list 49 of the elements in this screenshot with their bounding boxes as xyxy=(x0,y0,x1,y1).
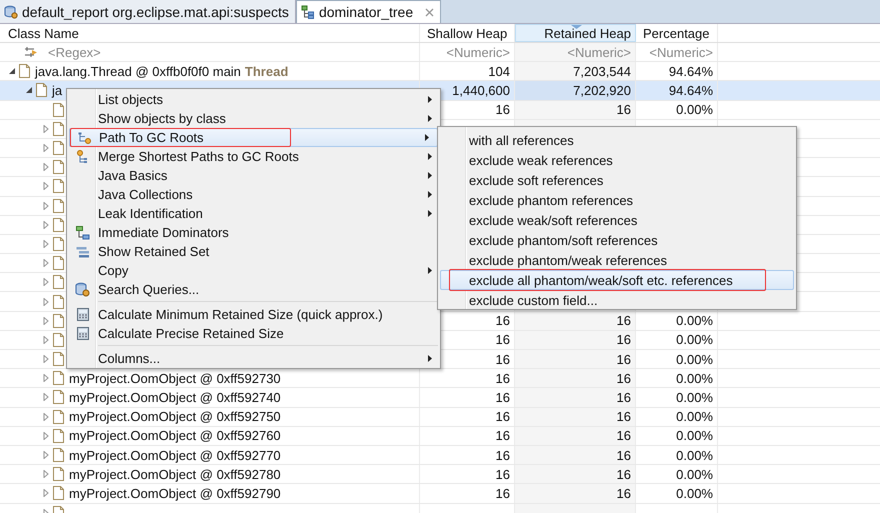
table-cell: 16 xyxy=(616,466,631,482)
object-name: myProject.OomObject @ 0xff592750 xyxy=(69,409,281,424)
table-cell: 1,440,600 xyxy=(452,82,510,98)
table-cell: 0.00% xyxy=(676,370,713,386)
object-name: myProject.OomObject @ 0xff592770 xyxy=(69,448,281,463)
object-name: myProject.OomObject @ 0xff592760 xyxy=(69,428,281,444)
table-cell: 0.00% xyxy=(676,428,713,444)
object-name: java.lang.Thread @ 0xffb0f0f0 main xyxy=(35,64,241,79)
table-cell: 0.00% xyxy=(676,102,713,118)
table-cell: 16 xyxy=(616,409,631,424)
table-cell: 94.64% xyxy=(668,64,713,79)
table-cell: 16 xyxy=(496,486,510,501)
table-cell: 0.00% xyxy=(676,409,713,424)
table-cell: 16 xyxy=(616,428,631,444)
table-cell: 16 xyxy=(496,390,510,405)
table-cell: 0.00% xyxy=(676,313,713,328)
table-cell: 0.00% xyxy=(676,486,713,501)
table-cell: 16 xyxy=(496,332,510,348)
table-cell: 0.00% xyxy=(676,466,713,482)
object-name: myProject.OomObject @ 0xff592790 xyxy=(69,486,281,501)
table-cell: 16 xyxy=(496,102,510,118)
table-cell: 16 xyxy=(616,352,631,367)
table-cell: 7,203,544 xyxy=(573,64,631,79)
table-cell: 16 xyxy=(616,332,631,348)
table-cell: 7,202,920 xyxy=(573,82,631,98)
object-name: ja xyxy=(52,82,62,98)
table-cell: 16 xyxy=(496,370,510,386)
table-cell: 16 xyxy=(496,466,510,482)
table-cell: 0.00% xyxy=(676,390,713,405)
table-cell: 16 xyxy=(616,448,631,463)
object-name: myProject.OomObject @ 0xff592730 xyxy=(69,370,281,386)
table-cell: 16 xyxy=(496,409,510,424)
object-name: myProject.OomObject @ 0xff592740 xyxy=(69,390,281,405)
table-cell: 16 xyxy=(616,313,631,328)
table-cell: 16 xyxy=(616,102,631,118)
table-cell: 16 xyxy=(616,390,631,405)
table-cell: 16 xyxy=(496,448,510,463)
table-cell: 16 xyxy=(616,486,631,501)
table-cell: 0.00% xyxy=(676,332,713,348)
table-cell: 16 xyxy=(496,352,510,367)
table-cell: 16 xyxy=(616,370,631,386)
table-cell: 16 xyxy=(496,428,510,444)
table-cell: 104 xyxy=(488,64,510,79)
table-cell: 0.00% xyxy=(676,448,713,463)
table-cell: 94.64% xyxy=(668,82,713,98)
table-cell: 16 xyxy=(496,313,510,328)
type-label: Thread xyxy=(244,64,288,79)
object-name: myProject.OomObject @ 0xff592780 xyxy=(69,466,281,482)
table-cell: 0.00% xyxy=(676,352,713,367)
